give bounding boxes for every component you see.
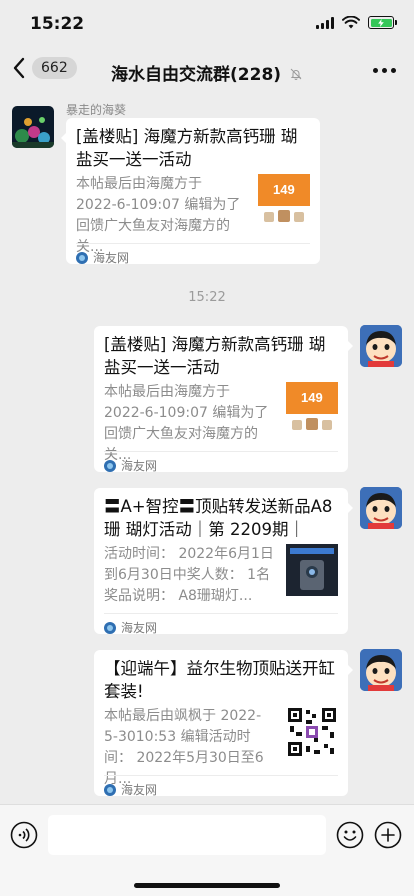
source-name: 海友网: [121, 459, 158, 473]
card-description: 活动时间： 2022年6月1日到6月30日中奖人数： 1名奖品说明： A8珊瑚灯…: [104, 546, 274, 604]
card-thumbnail: 149: [258, 174, 310, 226]
card-description: 本帖最后由海魔方于 2022-6-109:07 编辑为了回馈广大鱼友对海魔方的关…: [104, 384, 269, 463]
status-bar: 15:22: [0, 0, 414, 48]
chat-header: 662 海水自由交流群(228): [0, 48, 414, 92]
card-thumbnail: [286, 544, 338, 596]
source-name: 海友网: [93, 251, 130, 265]
thumb-price: 149: [301, 390, 323, 405]
more-dots-icon: [373, 68, 378, 73]
cartoon-boy-avatar-image: [360, 487, 402, 529]
chat-title-text: 海水自由交流群(228): [111, 65, 282, 85]
card-divider: [104, 775, 338, 776]
card-title: [盖楼贴] 海魔方新款高钙珊 瑚盐买一送一活动: [76, 127, 298, 169]
source-logo-icon: [76, 251, 88, 264]
card-divider: [104, 613, 338, 614]
cellular-signal-icon: [316, 16, 334, 29]
shared-link-card[interactable]: 〓A+智控〓顶贴转发送新品A8珊 瑚灯活动｜第 2209期｜ 活动时间： 202…: [94, 488, 353, 636]
qr-code-thumbnail: [286, 706, 338, 758]
shared-link-card[interactable]: 【迎端午】益尔生物顶贴送开缸套装! 本帖最后由飒枫于 2022-5-3010:5…: [94, 650, 353, 798]
my-avatar[interactable]: [360, 325, 402, 367]
more-options-button[interactable]: [373, 68, 396, 73]
chat-title: 海水自由交流群(228): [0, 60, 414, 85]
card-title: 〓A+智控〓顶贴转发送新品A8珊 瑚灯活动｜第 2209期｜: [104, 497, 333, 539]
card-source: 海友网: [104, 781, 157, 798]
reef-avatar-image: [12, 106, 54, 148]
status-icons: [316, 16, 397, 29]
sender-avatar[interactable]: [12, 106, 54, 148]
cartoon-boy-avatar-image: [360, 649, 402, 691]
bell-slash-icon: [290, 68, 302, 80]
source-logo-icon: [104, 783, 116, 796]
card-description: 本帖最后由飒枫于 2022-5-3010:53 编辑活动时间： 2022年5月3…: [104, 708, 264, 787]
thumb-price: 149: [273, 182, 295, 197]
voice-icon[interactable]: [10, 821, 38, 849]
card-source: 海友网: [76, 249, 129, 266]
source-logo-icon: [104, 459, 116, 472]
chat-timestamp: 15:22: [188, 290, 226, 305]
message-text-input[interactable]: [48, 815, 326, 855]
source-name: 海友网: [121, 621, 158, 635]
status-time: 15:22: [30, 14, 85, 34]
sender-name: 暴走的海葵: [66, 103, 127, 117]
plus-icon[interactable]: [374, 821, 402, 849]
card-thumbnail: 149: [286, 382, 338, 434]
source-name: 海友网: [121, 783, 158, 797]
card-description: 本帖最后由海魔方于 2022-6-109:07 编辑为了回馈广大鱼友对海魔方的关…: [76, 176, 241, 255]
message-input-bar: [0, 804, 414, 896]
card-divider: [76, 243, 310, 244]
wifi-icon: [342, 16, 360, 29]
my-avatar[interactable]: [360, 649, 402, 691]
my-avatar[interactable]: [360, 487, 402, 529]
source-logo-icon: [104, 621, 116, 634]
card-divider: [104, 451, 338, 452]
cartoon-boy-avatar-image: [360, 325, 402, 367]
card-source: 海友网: [104, 619, 157, 636]
chat-message-list[interactable]: 暴走的海葵 [盖楼贴] 海魔方新款高钙珊 瑚盐买一送一活动 本帖最后由海魔方于 …: [0, 92, 414, 804]
emoji-icon[interactable]: [336, 821, 364, 849]
shared-link-card[interactable]: [盖楼贴] 海魔方新款高钙珊 瑚盐买一送一活动 本帖最后由海魔方于 2022-6…: [94, 326, 353, 474]
card-title: 【迎端午】益尔生物顶贴送开缸套装!: [104, 659, 335, 701]
battery-charging-icon: [368, 16, 397, 29]
card-source: 海友网: [104, 457, 157, 474]
home-indicator: [134, 883, 280, 888]
card-title: [盖楼贴] 海魔方新款高钙珊 瑚盐买一送一活动: [104, 335, 326, 377]
shared-link-card[interactable]: [盖楼贴] 海魔方新款高钙珊 瑚盐买一送一活动 本帖最后由海魔方于 2022-6…: [61, 118, 320, 266]
